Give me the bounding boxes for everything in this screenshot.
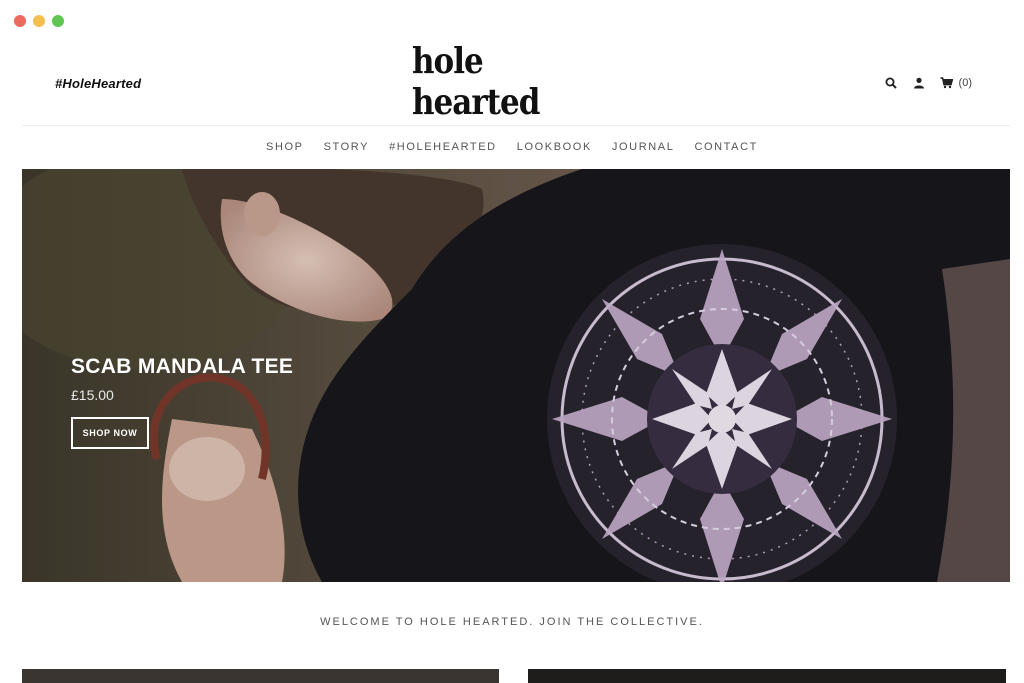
close-window-dot[interactable] <box>14 15 26 27</box>
hero-product-price: £15.00 <box>71 387 114 403</box>
maximize-window-dot[interactable] <box>52 15 64 27</box>
nav-item-journal[interactable]: JOURNAL <box>612 141 675 153</box>
cart-icon <box>939 75 955 91</box>
hashtag-link[interactable]: #HoleHearted <box>55 76 141 91</box>
site-header: #HoleHearted hole hearted (0) <box>0 41 1024 126</box>
header-actions: (0) <box>883 75 972 91</box>
hero-product-title: SCAB MANDALA TEE <box>71 355 294 378</box>
promo-tile-left[interactable] <box>22 669 499 683</box>
browser-chrome <box>0 0 1024 42</box>
shop-now-button[interactable]: SHOP NOW <box>71 417 149 449</box>
promo-tile-right[interactable] <box>528 669 1006 683</box>
welcome-message: WELCOME TO HOLE HEARTED. JOIN THE COLLEC… <box>320 616 704 628</box>
search-icon[interactable] <box>883 75 899 91</box>
cart-count: (0) <box>958 77 972 89</box>
nav-item-lookbook[interactable]: LOOKBOOK <box>517 141 592 153</box>
hero-banner: SCAB MANDALA TEE £15.00 SHOP NOW <box>22 169 1010 582</box>
minimize-window-dot[interactable] <box>33 15 45 27</box>
logo-text: hole hearted <box>412 40 540 124</box>
user-icon[interactable] <box>911 75 927 91</box>
nav-item-holehearted[interactable]: #HOLEHEARTED <box>389 141 497 153</box>
site-logo[interactable]: hole hearted <box>412 41 612 124</box>
nav-item-story[interactable]: STORY <box>324 141 370 153</box>
main-nav: SHOP STORY #HOLEHEARTED LOOKBOOK JOURNAL… <box>0 126 1024 168</box>
nav-item-shop[interactable]: SHOP <box>266 141 304 153</box>
nav-item-contact[interactable]: CONTACT <box>694 141 758 153</box>
cart-link[interactable]: (0) <box>939 75 972 91</box>
